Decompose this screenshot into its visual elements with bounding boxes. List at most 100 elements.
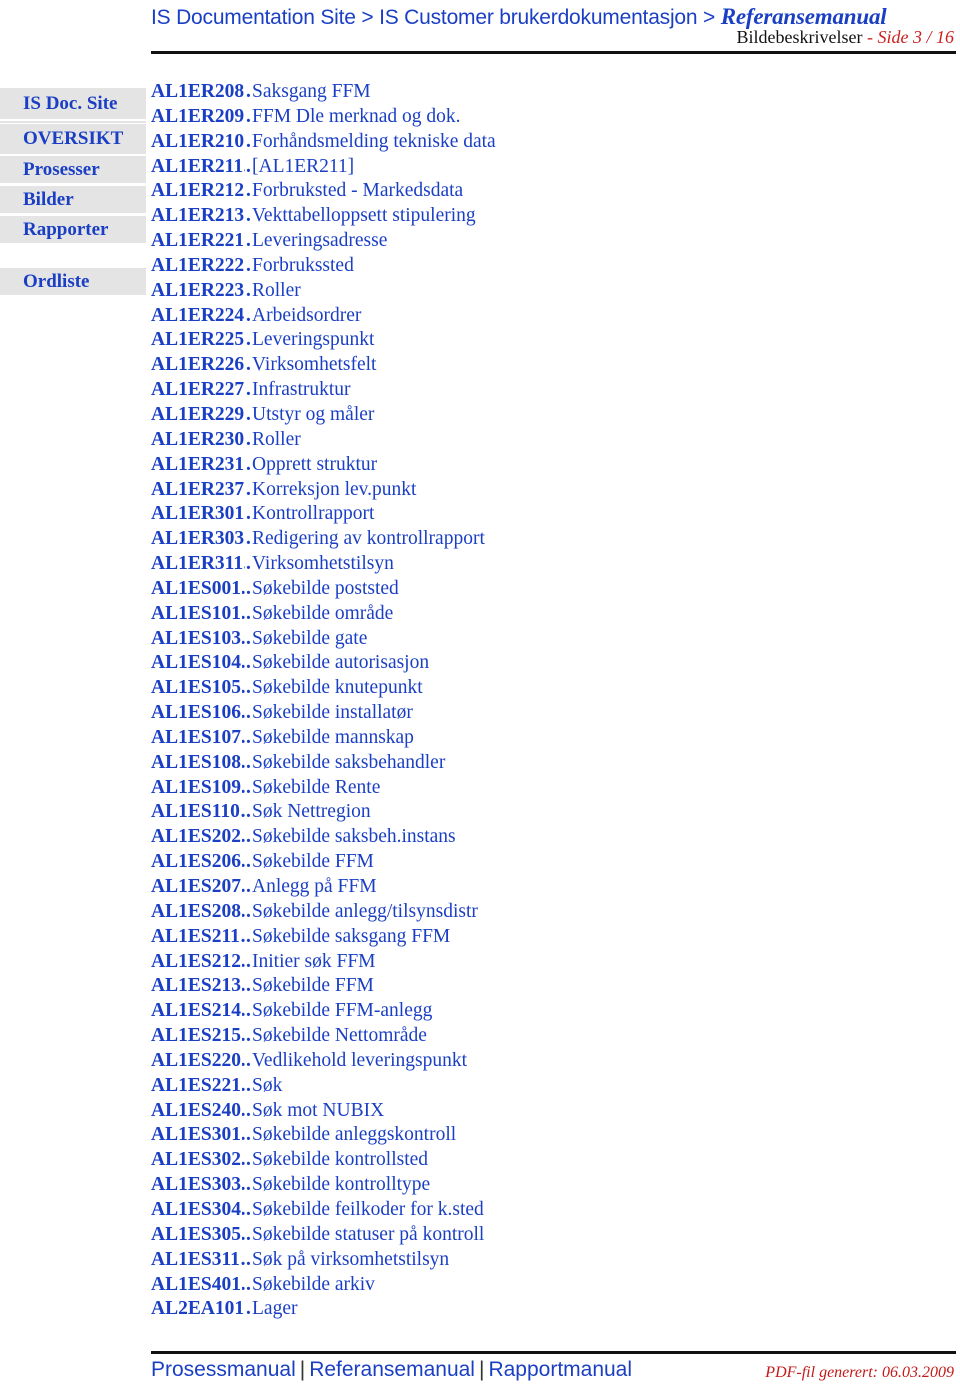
toc-entry-description: Saksgang FFM: [252, 81, 371, 102]
sidebar-item-prosesser[interactable]: Prosesser: [0, 156, 146, 183]
toc-entry-description: Søkebilde Rente: [252, 776, 381, 798]
toc-entry[interactable]: ..................................AL1ER2…: [151, 378, 911, 403]
toc-entry[interactable]: ..................................AL1ER2…: [151, 229, 911, 254]
toc-entry[interactable]: ..................................AL1ES2…: [151, 950, 911, 975]
toc-entry-code: ..................................AL1ES2…: [151, 825, 251, 850]
toc-entry-description: Søkebilde område: [252, 602, 394, 624]
toc-entry-code: ..................................AL1ES1…: [151, 776, 251, 801]
toc-entry[interactable]: ..................................AL1ER2…: [151, 478, 911, 503]
footer-separator: |: [299, 1358, 306, 1381]
sidebar-item-ordliste[interactable]: Ordliste: [0, 268, 146, 295]
toc-entry[interactable]: ..................................AL1ER2…: [151, 279, 911, 304]
toc-entry-code-text: AL1ES107: [151, 726, 242, 748]
toc-entry[interactable]: ..................................AL1ES1…: [151, 751, 911, 776]
toc-entry[interactable]: ..................................AL2EA1…: [151, 1297, 911, 1322]
toc-entry[interactable]: ..................................AL1ER2…: [151, 179, 911, 204]
toc-entry-description: Søkebilde anlegg/tilsynsdistr: [252, 900, 478, 922]
toc-entry[interactable]: ..................................AL1ER3…: [151, 552, 911, 577]
toc-entry[interactable]: ..................................AL1ES2…: [151, 850, 911, 875]
footer-link-referansemanual[interactable]: Referansemanual: [309, 1358, 475, 1381]
sidebar-item-label: Ordliste: [23, 270, 90, 292]
toc-entry-code: ..................................AL1ES2…: [151, 974, 251, 999]
toc-entry[interactable]: ..................................AL1ES3…: [151, 1223, 911, 1248]
toc-entry[interactable]: ..................................AL1ES4…: [151, 1273, 911, 1298]
toc-entry[interactable]: ..................................AL1ER2…: [151, 254, 911, 279]
toc-entry-code-text: AL1ES109: [151, 776, 242, 798]
toc-entry-code: ..................................AL1ER2…: [151, 130, 251, 155]
toc-entry[interactable]: ..................................AL1ER2…: [151, 328, 911, 353]
toc-entry-code-text: AL1ER225: [151, 329, 246, 351]
toc-entry[interactable]: ..................................AL1ES2…: [151, 974, 911, 999]
sidebar-item-rapporter[interactable]: Rapporter: [0, 216, 146, 243]
toc-entry[interactable]: ..................................AL1ES2…: [151, 1099, 911, 1124]
toc-entry-code: ..................................AL1ER2…: [151, 304, 251, 329]
footer-link-rapportmanual[interactable]: Rapportmanual: [488, 1358, 632, 1381]
toc-entry-code: ..................................AL1ES2…: [151, 950, 251, 975]
toc-entry[interactable]: ..................................AL1ES0…: [151, 577, 911, 602]
toc-entry[interactable]: ..................................AL1ES2…: [151, 1049, 911, 1074]
toc-entry-description: Søkebilde saksbeh.instans: [252, 826, 456, 848]
toc-entry[interactable]: ..................................AL1ER2…: [151, 453, 911, 478]
toc-entry-description: Lager: [252, 1298, 298, 1320]
toc-entry[interactable]: ..................................AL1ER3…: [151, 502, 911, 527]
toc-entry[interactable]: ..................................AL1ES2…: [151, 1074, 911, 1099]
toc-entry[interactable]: ..................................AL1ER2…: [151, 353, 911, 378]
toc-entry-description: Søk på virksomhetstilsyn: [252, 1248, 450, 1270]
toc-entry[interactable]: ..................................AL1ES1…: [151, 701, 911, 726]
toc-entry[interactable]: ..................................AL1ER2…: [151, 403, 911, 428]
toc-entry-code: ..................................AL1ER2…: [151, 229, 251, 254]
toc-entry[interactable]: ..................................AL1ER2…: [151, 155, 911, 180]
toc-entry-code-text: AL1ES304: [151, 1198, 242, 1220]
toc-entry-code-text: AL1ES001: [151, 577, 242, 599]
toc-entry[interactable]: ..................................AL1ER2…: [151, 428, 911, 453]
toc-entry-code: ..................................AL1ER2…: [151, 254, 251, 279]
toc-entry[interactable]: ..................................AL1ES2…: [151, 1024, 911, 1049]
toc-entry[interactable]: ..................................AL1ER2…: [151, 130, 911, 155]
toc-entry-code: ..................................AL1ES1…: [151, 800, 251, 825]
sidebar-item-bilder[interactable]: Bilder: [0, 186, 146, 213]
toc-entry-code: ..................................AL1ES1…: [151, 602, 251, 627]
toc-entry[interactable]: ..................................AL1ES3…: [151, 1123, 911, 1148]
sidebar-item-label: OVERSIKT: [23, 128, 124, 149]
toc-entry-description: Kontrollrapport: [252, 503, 375, 525]
footer-link-prosessmanual[interactable]: Prosessmanual: [151, 1358, 296, 1381]
toc-entry-code-text: AL1ER224: [151, 304, 246, 326]
toc-entry[interactable]: ..................................AL1ES3…: [151, 1173, 911, 1198]
toc-entry[interactable]: ..................................AL1ES1…: [151, 627, 911, 652]
toc-entry-description: Søkebilde anleggskontroll: [252, 1124, 457, 1146]
sidebar-item-is-doc-site[interactable]: IS Doc. Site: [0, 88, 146, 119]
toc-entry[interactable]: ..................................AL1ER3…: [151, 527, 911, 552]
toc-entry[interactable]: ..................................AL1ES1…: [151, 726, 911, 751]
toc-entry-code-text: AL1ES104: [151, 652, 242, 674]
toc-entry[interactable]: ..................................AL1ES1…: [151, 651, 911, 676]
toc-entry[interactable]: ..................................AL1ES2…: [151, 900, 911, 925]
breadcrumb-is-customer-brukerdokumentasjon[interactable]: IS Customer brukerdokumentasjon: [379, 6, 697, 29]
toc-entry-code: ..................................AL1ES2…: [151, 1024, 251, 1049]
toc-entry[interactable]: ..................................AL1ES2…: [151, 825, 911, 850]
breadcrumb-is-documentation-site[interactable]: IS Documentation Site: [151, 6, 356, 29]
toc-entry-description: Søkebilde FFM: [252, 851, 374, 873]
toc-entry[interactable]: ..................................AL1ER2…: [151, 304, 911, 329]
toc-entry[interactable]: ..................................AL1ES2…: [151, 999, 911, 1024]
toc-entry[interactable]: ..................................AL1ER2…: [151, 105, 911, 130]
toc-entry-code-text: AL1ER303: [151, 528, 246, 550]
toc-entry[interactable]: ..................................AL1ES2…: [151, 925, 911, 950]
sidebar-item-oversikt[interactable]: OVERSIKT: [0, 124, 146, 154]
toc-entry[interactable]: ..................................AL1ER2…: [151, 80, 911, 105]
footer-separator: |: [478, 1358, 485, 1381]
toc-entry-description: Søkebilde Nettområde: [252, 1025, 427, 1047]
toc-entry[interactable]: ..................................AL1ES3…: [151, 1148, 911, 1173]
toc-entry-code: ..................................AL1ER2…: [151, 279, 251, 304]
toc-entry[interactable]: ..................................AL1ER2…: [151, 204, 911, 229]
toc-entry-code-text: AL1ER237: [151, 478, 246, 500]
toc-entry[interactable]: ..................................AL1ES2…: [151, 875, 911, 900]
toc-entry[interactable]: ..................................AL1ES3…: [151, 1198, 911, 1223]
toc-entry[interactable]: ..................................AL1ES1…: [151, 676, 911, 701]
toc-entry[interactable]: ..................................AL1ES1…: [151, 776, 911, 801]
toc-entry-code-text: AL1ER210: [151, 130, 246, 152]
toc-entry[interactable]: ..................................AL1ES1…: [151, 602, 911, 627]
toc-entry[interactable]: ..................................AL1ES1…: [151, 800, 911, 825]
toc-entry-description: Virksomhetstilsyn: [252, 553, 394, 575]
toc-entry-code: ..................................AL1ER2…: [151, 328, 251, 353]
toc-entry[interactable]: ..................................AL1ES3…: [151, 1248, 911, 1273]
